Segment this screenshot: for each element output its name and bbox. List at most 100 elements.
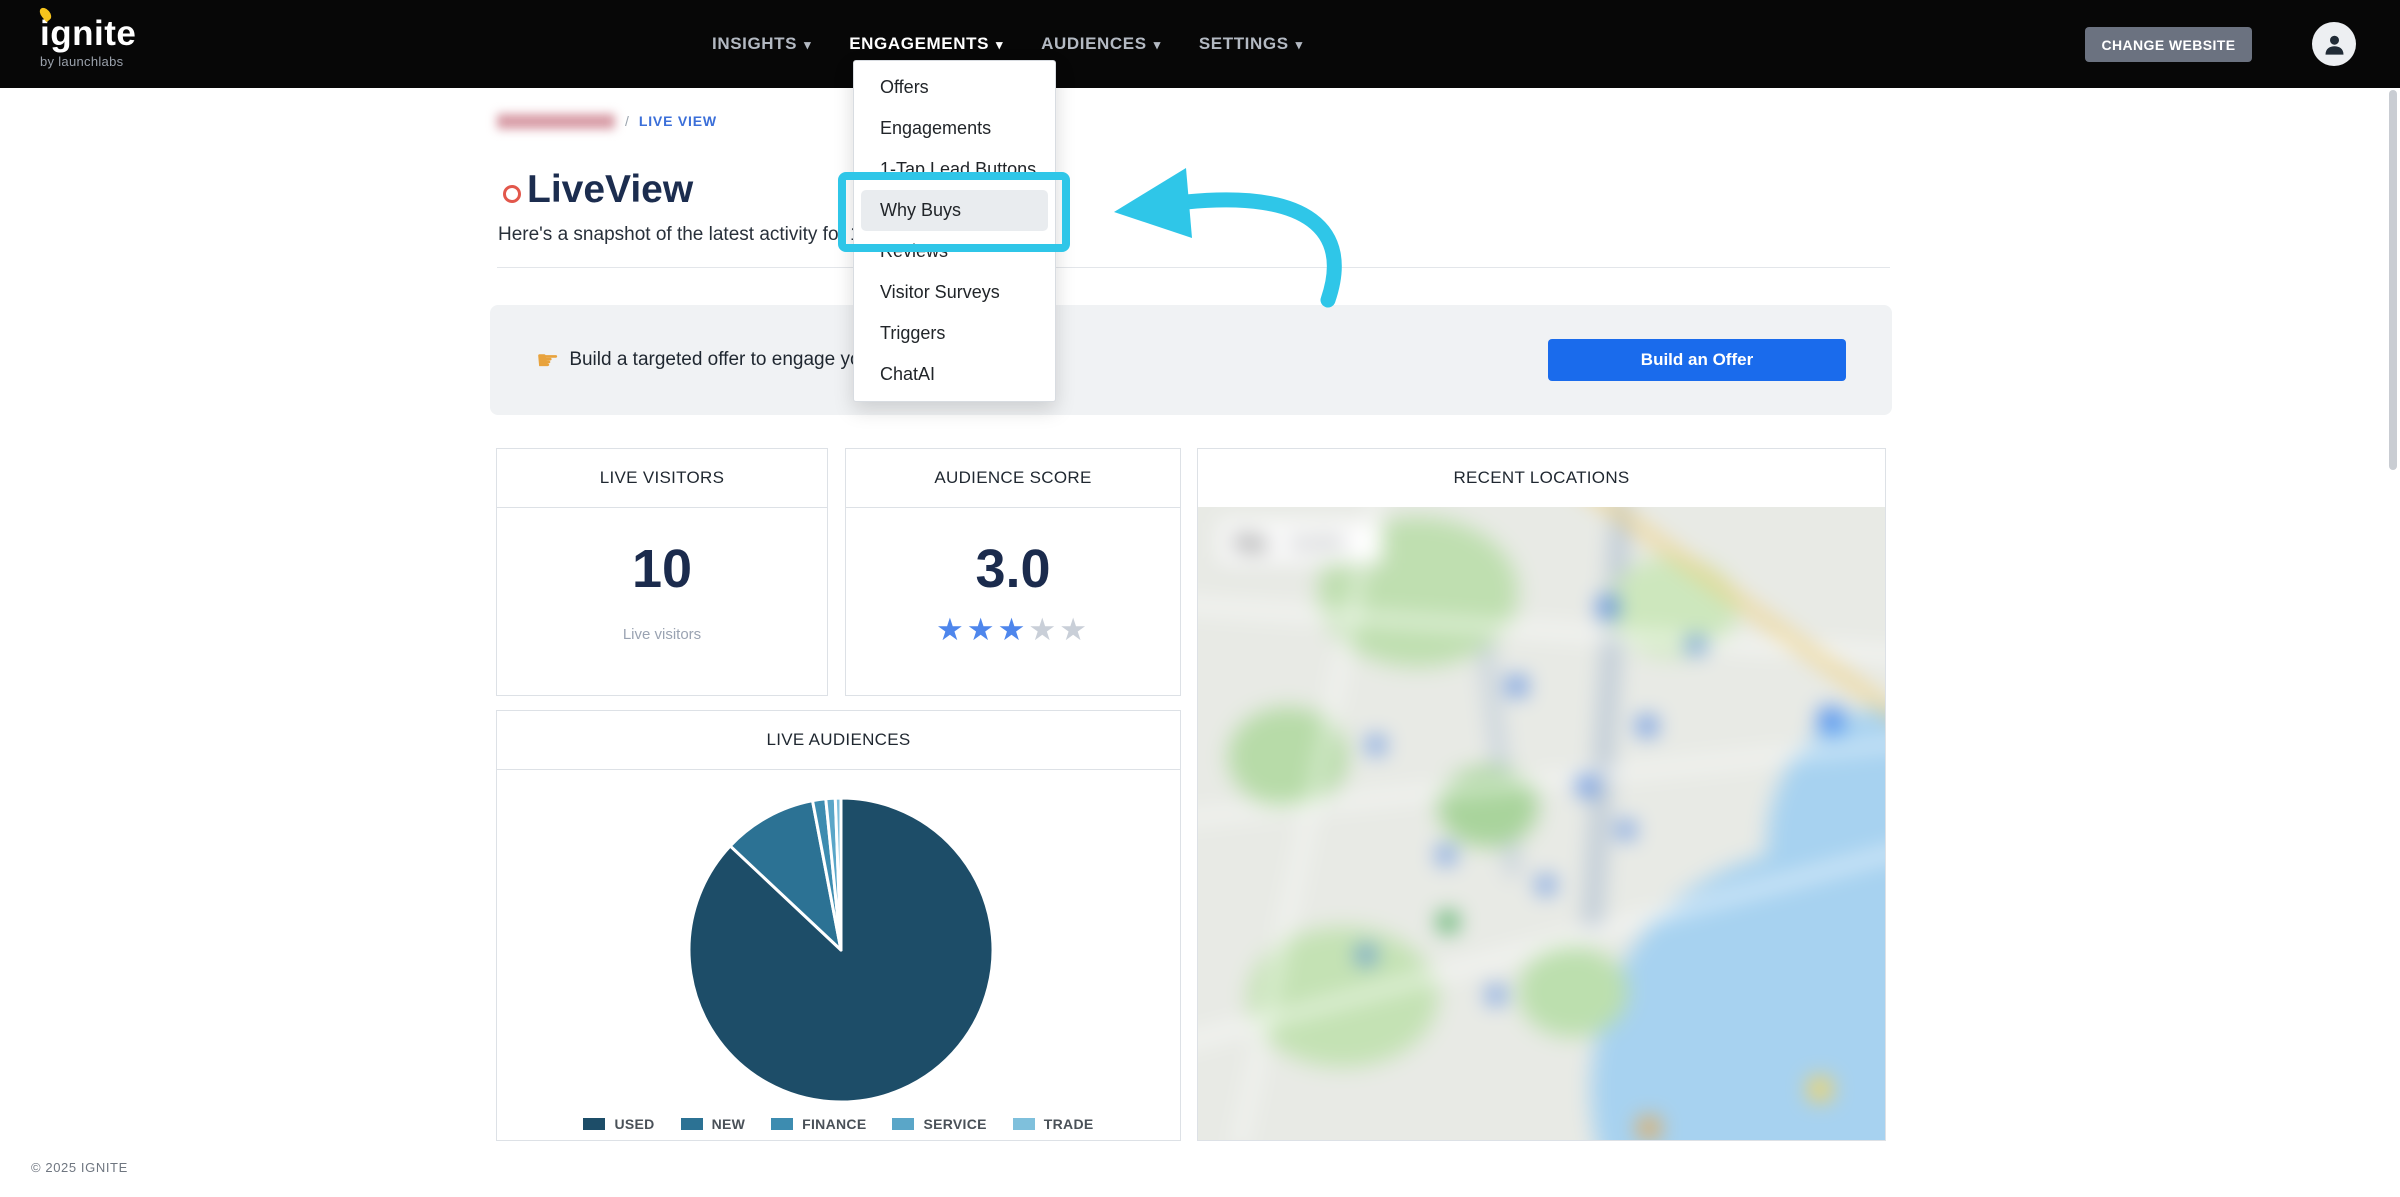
chevron-down-icon: ▾ xyxy=(1295,36,1303,52)
pie-chart-wrap xyxy=(681,790,1001,1110)
menu-item-why-buys[interactable]: Why Buys xyxy=(861,190,1048,231)
legend-label: NEW xyxy=(711,1116,746,1132)
live-indicator-icon xyxy=(503,185,521,203)
engagements-dropdown: Offers Engagements 1-Tap Lead Buttons Why B… xyxy=(853,60,1056,402)
map-marker xyxy=(1578,777,1596,795)
map-type-control[interactable]: Map Satellite xyxy=(1218,521,1383,565)
live-visitors-value: 10 xyxy=(631,539,693,599)
star-icon: ★ xyxy=(1028,612,1060,647)
legend-swatch xyxy=(771,1118,794,1130)
map-marker xyxy=(1598,597,1618,617)
audience-score-card-title: AUDIENCE SCORE xyxy=(846,449,1180,508)
map-marker xyxy=(1638,1117,1660,1139)
live-visitors-card: LIVE VISITORS 10 Live visitors xyxy=(496,448,828,696)
legend-label: USED xyxy=(614,1116,655,1132)
live-visitors-card-title: LIVE VISITORS xyxy=(497,449,827,508)
nav-item-engagements[interactable]: ENGAGEMENTS ▾ xyxy=(849,34,1003,54)
copyright-text: © 2025 IGNITE xyxy=(31,1160,128,1175)
offer-banner-message: Build a targeted offer to engage your xyxy=(569,349,878,370)
offer-banner-text: ☛ Build a targeted offer to engage your xyxy=(536,305,877,415)
build-an-offer-button[interactable]: Build an Offer xyxy=(1548,339,1846,381)
audience-score-card: AUDIENCE SCORE 3.0 ★★★★★ xyxy=(845,448,1181,696)
nav-item-label: INSIGHTS xyxy=(712,34,798,53)
map-marker xyxy=(1508,677,1526,695)
star-icon: ★ xyxy=(966,612,998,647)
breadcrumb-site-link-redacted[interactable] xyxy=(497,113,615,129)
brand-byline: by launchlabs xyxy=(40,54,124,69)
legend-label: TRADE xyxy=(1043,1116,1094,1132)
person-icon xyxy=(2325,35,2343,55)
map-button[interactable]: Map xyxy=(1234,533,1268,553)
menu-item-reviews[interactable]: Reviews xyxy=(854,231,1055,272)
star-icon: ★ xyxy=(936,612,967,647)
live-audiences-card-title: LIVE AUDIENCES xyxy=(497,711,1180,770)
breadcrumb-live-view-link[interactable]: LIVE VIEW xyxy=(639,113,717,129)
legend-swatch xyxy=(680,1118,703,1130)
legend-item-new: NEW xyxy=(680,1116,746,1132)
pointing-hand-icon: ☛ xyxy=(536,345,560,375)
top-nav-bar: ignite by launchlabs INSIGHTS ▾ ENGAGEMENT… xyxy=(0,0,2400,88)
nav-item-label: AUDIENCES xyxy=(1041,34,1147,53)
map-marker xyxy=(1638,717,1656,735)
breadcrumb-separator: / xyxy=(625,113,629,129)
star-icon: ★ xyxy=(997,612,1029,647)
nav-item-audiences[interactable]: AUDIENCES ▾ xyxy=(1041,34,1161,54)
map-marker xyxy=(1538,877,1554,893)
menu-item-visitor-surveys[interactable]: Visitor Surveys xyxy=(854,272,1055,313)
user-avatar[interactable] xyxy=(2312,22,2356,66)
menu-item-1-tap-lead-buttons[interactable]: 1-Tap Lead Buttons xyxy=(854,149,1055,190)
map-shape xyxy=(1518,947,1628,1037)
legend-item-finance: FINANCE xyxy=(771,1116,866,1132)
legend-item-trade: TRADE xyxy=(1012,1116,1094,1132)
offer-banner: ☛ Build a targeted offer to engage your … xyxy=(490,305,1892,415)
page-subtitle: Here's a snapshot of the latest activity… xyxy=(498,224,877,245)
audience-score-value: 3.0 xyxy=(975,539,1051,599)
legend-swatch xyxy=(1012,1118,1035,1130)
annotation-arrow-icon xyxy=(1114,168,1342,308)
nav-item-insights[interactable]: INSIGHTS ▾ xyxy=(712,34,811,54)
chevron-down-icon: ▾ xyxy=(996,36,1004,52)
legend-label: FINANCE xyxy=(802,1116,867,1132)
live-audiences-card: LIVE AUDIENCES USED NEW FINANCE SERVICE TRAD… xyxy=(496,710,1181,1141)
brand-name: ignite xyxy=(40,14,137,53)
legend-label: SERVICE xyxy=(923,1116,987,1132)
star-icon: ★ xyxy=(1059,612,1090,647)
star-rating: ★★★★★ xyxy=(846,612,1180,648)
map-marker xyxy=(1488,987,1504,1003)
map-marker xyxy=(1438,912,1458,932)
legend-item-used: USED xyxy=(583,1116,654,1132)
scrollbar-thumb[interactable] xyxy=(2389,90,2397,470)
menu-item-offers[interactable]: Offers xyxy=(854,67,1055,108)
satellite-button[interactable]: Satellite xyxy=(1286,533,1346,553)
menu-item-triggers[interactable]: Triggers xyxy=(854,313,1055,354)
audiences-pie-chart xyxy=(687,796,995,1104)
live-visitors-caption: Live visitors xyxy=(622,626,702,643)
nav-item-label: ENGAGEMENTS xyxy=(849,34,990,53)
nav-item-settings[interactable]: SETTINGS ▾ xyxy=(1199,34,1303,54)
divider xyxy=(497,267,1890,268)
map-marker xyxy=(1618,822,1634,838)
legend-swatch xyxy=(892,1118,915,1130)
legend-item-service: SERVICE xyxy=(892,1116,986,1132)
map-marker xyxy=(1688,637,1704,653)
map-marker xyxy=(1358,947,1374,963)
change-website-button[interactable]: CHANGE WEBSITE xyxy=(2085,27,2252,62)
map-marker xyxy=(1818,707,1844,733)
nav-item-label: SETTINGS xyxy=(1198,34,1289,53)
recent-locations-card: RECENT LOCATIONS Map Satellite xyxy=(1197,448,1886,1141)
chevron-down-icon: ▾ xyxy=(1153,36,1161,52)
map-marker xyxy=(1808,1077,1832,1101)
page-title: LiveView xyxy=(527,168,694,211)
legend-swatch xyxy=(583,1118,606,1130)
map-canvas: Map Satellite xyxy=(1198,507,1885,1140)
chevron-down-icon: ▾ xyxy=(804,36,812,52)
recent-locations-card-title: RECENT LOCATIONS xyxy=(1198,449,1885,508)
brand-logo[interactable]: ignite by launchlabs xyxy=(37,5,137,69)
map-marker xyxy=(1368,737,1384,753)
map-marker xyxy=(1438,847,1454,863)
menu-item-engagements[interactable]: Engagements xyxy=(854,108,1055,149)
breadcrumb: / LIVE VIEW xyxy=(497,112,717,130)
pie-legend: USED NEW FINANCE SERVICE TRADE xyxy=(497,1116,1180,1132)
map[interactable]: Map Satellite xyxy=(1198,507,1885,1140)
menu-item-chatai[interactable]: ChatAI xyxy=(854,354,1055,395)
